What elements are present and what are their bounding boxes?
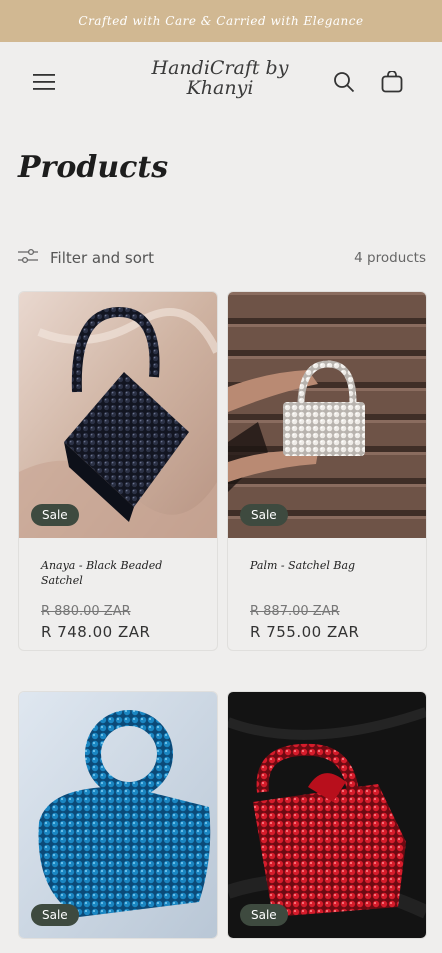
product-card[interactable]: Sale Anaya - Black Beaded Satchel R 880.… — [18, 291, 218, 651]
sale-badge: Sale — [240, 904, 288, 926]
product-card[interactable]: Sale Palm - Satchel Bag R 887.00 ZAR R 7… — [227, 291, 427, 651]
sale-badge: Sale — [31, 904, 79, 926]
regular-price: R 880.00 ZAR — [41, 604, 131, 619]
product-image[interactable]: Sale — [228, 692, 426, 938]
sale-badge: Sale — [240, 504, 288, 526]
page-title: Products — [18, 150, 169, 185]
sale-price: R 748.00 ZAR — [41, 623, 151, 641]
product-name[interactable]: Palm - Satchel Bag — [250, 558, 404, 588]
search-icon[interactable] — [324, 62, 364, 102]
product-card[interactable]: Sale — [18, 691, 218, 939]
sale-badge: Sale — [31, 504, 79, 526]
filter-label: Filter and sort — [50, 249, 154, 267]
announcement-bar: Crafted with Care & Carried with Eleganc… — [0, 0, 442, 42]
announcement-text: Crafted with Care & Carried with Eleganc… — [78, 14, 364, 28]
cart-icon[interactable] — [372, 62, 412, 102]
sale-price: R 755.00 ZAR — [250, 623, 360, 641]
filter-sliders-icon — [18, 248, 38, 268]
filter-bar: Filter and sort 4 products — [18, 246, 426, 270]
regular-price: R 887.00 ZAR — [250, 604, 340, 619]
product-image[interactable]: Sale — [19, 292, 217, 538]
site-header: HandiCraft by Khanyi — [0, 42, 442, 122]
product-image[interactable]: Sale — [228, 292, 426, 538]
product-image[interactable]: Sale — [19, 692, 217, 938]
filter-and-sort-button[interactable]: Filter and sort — [18, 248, 154, 268]
product-card[interactable]: Sale — [227, 691, 427, 939]
site-logo[interactable]: HandiCraft by Khanyi — [140, 58, 300, 98]
product-name[interactable]: Anaya - Black Beaded Satchel — [41, 558, 195, 588]
hamburger-menu-icon[interactable] — [24, 62, 64, 102]
product-count: 4 products — [354, 250, 426, 266]
